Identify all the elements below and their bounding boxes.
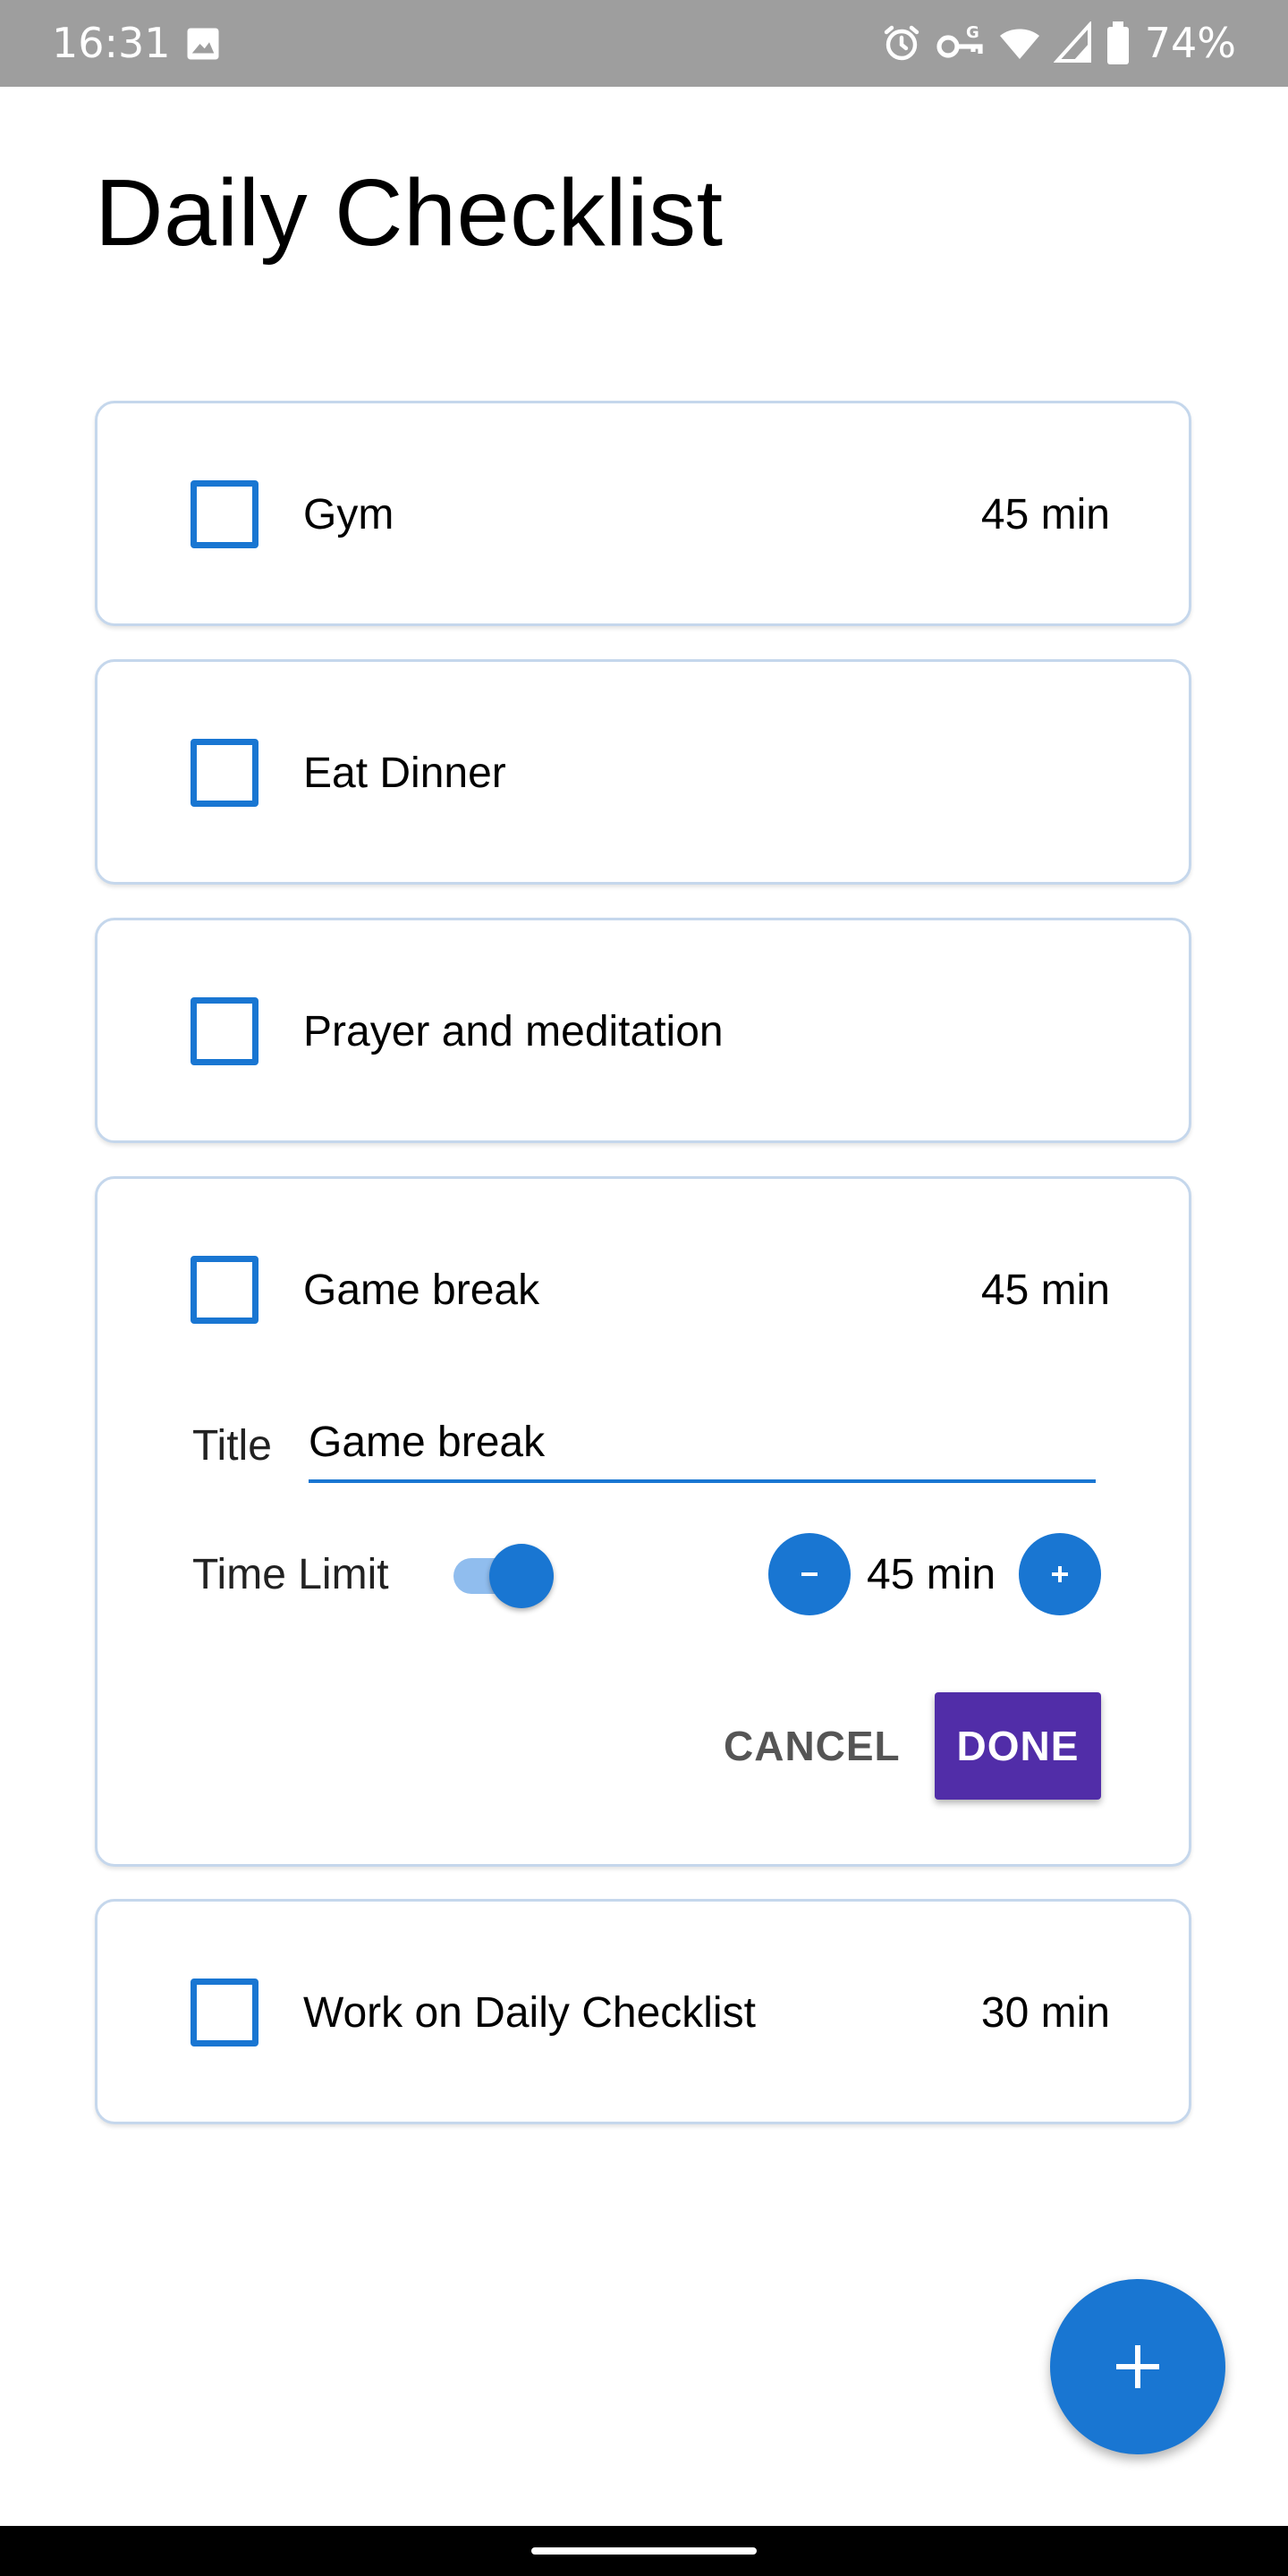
item-checkbox[interactable] — [191, 1979, 258, 2046]
vpn-key-icon: G — [936, 21, 986, 64]
status-bar: 16:31 G 74% — [0, 0, 1288, 87]
item-checkbox[interactable] — [191, 997, 258, 1065]
item-title: Game break — [303, 1267, 540, 1314]
toggle-thumb — [489, 1544, 554, 1608]
checklist-item[interactable]: Work on Daily Checklist 30 min — [95, 1899, 1191, 2124]
time-limit-toggle[interactable] — [448, 1540, 559, 1608]
svg-text:G: G — [966, 23, 979, 42]
battery-icon — [1106, 21, 1131, 64]
done-button[interactable]: DONE — [935, 1692, 1101, 1800]
item-row[interactable]: Prayer and meditation — [97, 920, 1189, 1140]
item-title: Eat Dinner — [303, 750, 506, 797]
gallery-icon — [184, 25, 222, 63]
time-limit-label: Time Limit — [192, 1551, 389, 1598]
battery-percent: 74% — [1144, 19, 1236, 67]
checklist-item[interactable]: Prayer and meditation — [95, 918, 1191, 1143]
navigation-bar — [0, 2526, 1288, 2576]
checklist-item[interactable]: Eat Dinner — [95, 659, 1191, 885]
title-label: Title — [192, 1422, 272, 1470]
page-title: Daily Checklist — [95, 160, 724, 266]
title-input[interactable] — [309, 1413, 1096, 1483]
wifi-icon — [998, 21, 1041, 64]
add-item-button[interactable] — [1050, 2279, 1225, 2454]
add-icon — [1116, 2345, 1159, 2388]
increase-time-button[interactable] — [1019, 1533, 1101, 1615]
item-row[interactable]: Gym 45 min — [97, 403, 1189, 623]
item-checkbox[interactable] — [191, 480, 258, 548]
item-title: Work on Daily Checklist — [303, 1989, 756, 2037]
plus-icon — [1052, 1566, 1068, 1582]
item-checkbox[interactable] — [191, 1256, 258, 1324]
home-gesture-handle[interactable] — [531, 2547, 757, 2555]
item-row[interactable]: Work on Daily Checklist 30 min — [97, 1902, 1189, 2122]
status-icons: G 74% — [880, 16, 1236, 70]
checklist-item[interactable]: Gym 45 min — [95, 401, 1191, 626]
status-time: 16:31 — [52, 19, 171, 67]
minus-icon — [801, 1572, 818, 1576]
cancel-button[interactable]: CANCEL — [700, 1692, 924, 1800]
decrease-time-button[interactable] — [768, 1533, 851, 1615]
item-title: Gym — [303, 491, 394, 538]
item-row[interactable]: Eat Dinner — [97, 662, 1189, 882]
item-title: Prayer and meditation — [303, 1008, 724, 1055]
item-time: 30 min — [980, 1989, 1110, 2037]
item-time: 45 min — [980, 491, 1110, 538]
item-checkbox[interactable] — [191, 739, 258, 807]
time-limit-value: 45 min — [867, 1551, 996, 1598]
item-time: 45 min — [980, 1267, 1110, 1314]
alarm-icon — [880, 21, 923, 64]
item-row[interactable]: Game break 45 min — [97, 1179, 1189, 1399]
checklist-item-expanded[interactable]: Game break 45 min Title Time Limit 45 mi… — [95, 1176, 1191, 1867]
signal-icon — [1053, 21, 1093, 64]
